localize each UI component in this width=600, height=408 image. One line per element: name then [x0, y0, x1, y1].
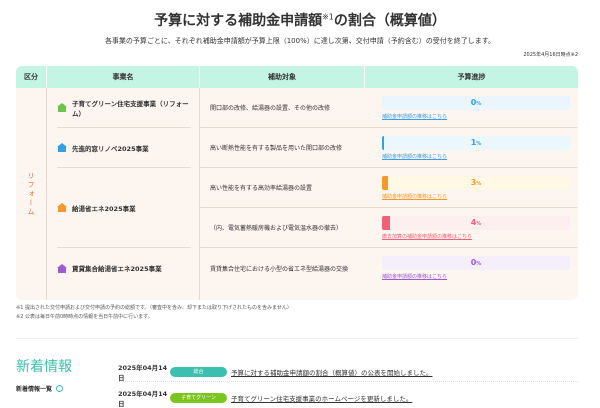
page-title: 予算に対する補助金申請額※1の割合（概算値）: [154, 12, 446, 29]
trend-link[interactable]: 補助金申請額の推移はこちら: [382, 153, 570, 160]
trend-link[interactable]: 補助金申請額の推移はこちら: [382, 193, 570, 200]
news-heading: 新着情報: [16, 359, 72, 375]
header-progress: 予算進捗: [457, 73, 486, 81]
news-badge: 総合: [170, 367, 227, 377]
subsidy-target: 高い性能を有する高効率給湯器の設置: [210, 185, 313, 192]
progress-fill: [382, 215, 391, 230]
budget-progress: 1% 補助金申請額の推移はこちら: [365, 135, 578, 160]
as-of-date: 2025年4月16日時点※2: [523, 52, 578, 58]
progress-percent: 1%: [470, 137, 482, 147]
header-project: 事業名: [47, 66, 200, 88]
news-link[interactable]: 予算に対する補助金申請額の割合（概算値）の公表を開始しました。: [231, 367, 433, 377]
progress-percent: 0%: [470, 97, 482, 107]
news-item: 2025年04月14日 総合 予算に対する補助金申請額の割合（概算値）の公表を開始し…: [118, 362, 433, 382]
budget-table: 区分 事業名 補助対象 予算進捗 リフォーム 子育てグリーン住宅支援事業（リフォ…: [16, 66, 578, 300]
subtitle: 各事業の予算ごとに、それぞれ補助金申請額が予算上限（100%）に達し次第、交付申…: [104, 37, 496, 45]
table-row: （内、電気蓄熱暖房機および電気温水器の撤去） 4% 撤去加算の補助金申請額の推移…: [200, 208, 578, 248]
table-row: 高い性能を有する高効率給湯器の設置 3% 補助金申請額の推移はこちら: [200, 168, 578, 208]
table-row: 賃貸集合住宅における小型の省エネ型給湯器の交換 0% 補助金申請額の推移はこちら: [200, 248, 578, 288]
table-row: 高い断熱性能を有する製品を用いた開口部の改修 1% 補助金申請額の推移はこちら: [200, 128, 578, 168]
footnote-2: ※2 公表は毎日午前0時時点の情報を当日午前中に行います。: [16, 314, 153, 320]
subsidy-target: （内、電気蓄熱暖房機および電気温水器の撤去）: [210, 225, 343, 232]
trend-link[interactable]: 撤去加算の補助金申請額の推移はこちら: [382, 233, 570, 240]
progress-percent: 4%: [470, 217, 482, 227]
budget-progress: 0% 補助金申請額の推移はこちら: [365, 256, 578, 280]
header-category: 区分: [16, 66, 47, 88]
budget-progress: 4% 撤去加算の補助金申請額の推移はこちら: [365, 215, 578, 240]
progress-percent: 0%: [470, 258, 482, 267]
budget-progress: 0% 補助金申請額の推移はこちら: [365, 95, 578, 120]
trend-link[interactable]: 補助金申請額の推移はこちら: [382, 113, 570, 120]
news-date: 2025年04月14日: [118, 390, 168, 408]
project-name: 先進的窓リノベ2025事業: [57, 128, 190, 168]
progress-percent: 3%: [470, 177, 482, 187]
subsidy-target: 賃貸集合住宅における小型の省エネ型給湯器の交換: [210, 265, 349, 273]
news-badge: 子育てグリーン: [170, 393, 227, 403]
table-row: 開口部の改修、給湯器の設置、その他の改修 0% 補助金申請額の推移はこちら: [200, 88, 578, 128]
divider: [16, 338, 578, 339]
subsidy-target: 開口部の改修、給湯器の設置、その他の改修: [210, 105, 331, 112]
house-icon: [57, 103, 67, 112]
news-link[interactable]: 子育てグリーン住宅支援事業のホームページを更新しました。: [231, 393, 412, 403]
budget-progress: 3% 補助金申請額の推移はこちら: [365, 175, 578, 200]
header-target: 補助対象: [200, 66, 365, 88]
house-icon: [57, 263, 67, 273]
news-date: 2025年04月14日: [118, 364, 168, 382]
project-column: 子育てグリーン住宅支援事業（リフォーム） 先進的窓リノベ2025事業 給湯省エネ20…: [47, 88, 200, 300]
progress-fill: [382, 135, 385, 150]
progress-bar: 3%: [382, 175, 570, 190]
subsidy-target: 高い断熱性能を有する製品を用いた開口部の改修: [210, 145, 343, 152]
table-header: 区分 事業名 補助対象 予算進捗: [16, 66, 578, 88]
arrow-circle-icon: [56, 385, 64, 392]
house-icon: [57, 203, 67, 212]
category-label: リフォーム: [16, 88, 47, 300]
trend-link[interactable]: 補助金申請額の推移はこちら: [382, 273, 570, 280]
house-icon: [57, 143, 67, 152]
progress-bar: 0%: [382, 256, 570, 270]
news-item: 2025年04月14日 子育てグリーン 子育てグリーン住宅支援事業のホームページを更…: [118, 388, 412, 408]
project-name: 賃貸集合給湯省エネ2025事業: [57, 248, 190, 288]
news-list-link[interactable]: 新着情報一覧: [16, 384, 64, 393]
progress-fill: [382, 175, 389, 190]
progress-bar: 1%: [382, 135, 570, 150]
project-name: 子育てグリーン住宅支援事業（リフォーム）: [57, 88, 190, 128]
project-name: 給湯省エネ2025事業: [57, 168, 190, 248]
footnote-1: ※1 提出された交付申請および交付申請の予約の総額です。（審査中を含み、却下また…: [16, 305, 292, 311]
progress-bar: 0%: [382, 95, 570, 110]
progress-bar: 4%: [382, 215, 570, 230]
